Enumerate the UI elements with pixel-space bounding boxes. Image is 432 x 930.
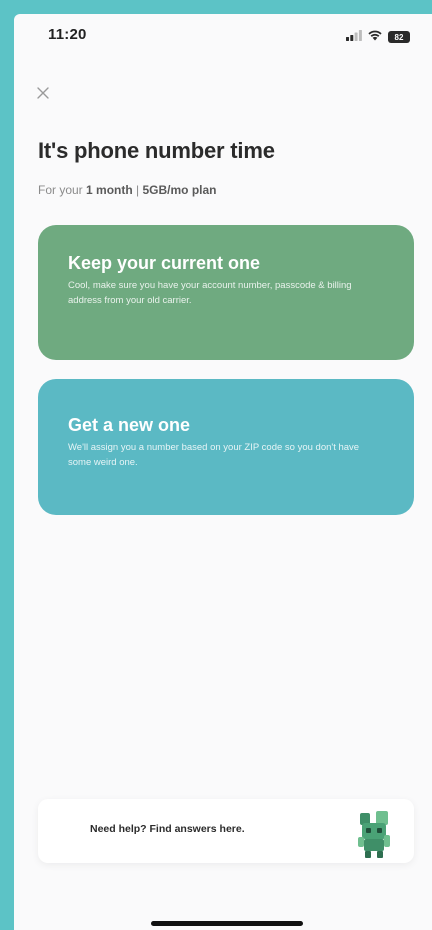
option-description: We'll assign you a number based on your … xyxy=(68,442,360,468)
close-icon xyxy=(37,87,49,99)
subtitle-separator: | xyxy=(132,183,143,197)
signal-icon xyxy=(346,28,362,46)
home-indicator[interactable] xyxy=(151,921,303,926)
plan-duration: 1 month xyxy=(86,183,133,197)
plan-data: 5GB/mo plan xyxy=(142,183,217,197)
keep-number-option[interactable]: Keep your current one Cool, make sure yo… xyxy=(38,225,414,360)
help-banner[interactable]: Need help? Find answers here. xyxy=(38,799,414,863)
app-screen: 11:20 82 It's phone number time For your… xyxy=(14,14,432,930)
battery-level: 82 xyxy=(394,32,404,42)
battery-icon: 82 xyxy=(388,31,410,43)
wifi-icon xyxy=(367,28,383,46)
status-icons: 82 xyxy=(346,28,410,46)
help-text: Need help? Find answers here. xyxy=(90,823,245,835)
mascot-icon xyxy=(358,811,390,858)
close-button[interactable] xyxy=(32,82,54,104)
page-title: It's phone number time xyxy=(38,138,275,163)
status-time: 11:20 xyxy=(48,26,87,43)
option-title: Get a new one xyxy=(68,415,191,435)
subtitle-prefix: For your xyxy=(38,183,87,197)
option-description: Cool, make sure you have your account nu… xyxy=(68,280,352,306)
plan-subtitle: For your 1 month | 5GB/mo plan xyxy=(38,183,217,197)
status-bar: 11:20 82 xyxy=(14,14,432,58)
option-title: Keep your current one xyxy=(68,253,261,273)
new-number-option[interactable]: Get a new one We'll assign you a number … xyxy=(38,379,414,515)
